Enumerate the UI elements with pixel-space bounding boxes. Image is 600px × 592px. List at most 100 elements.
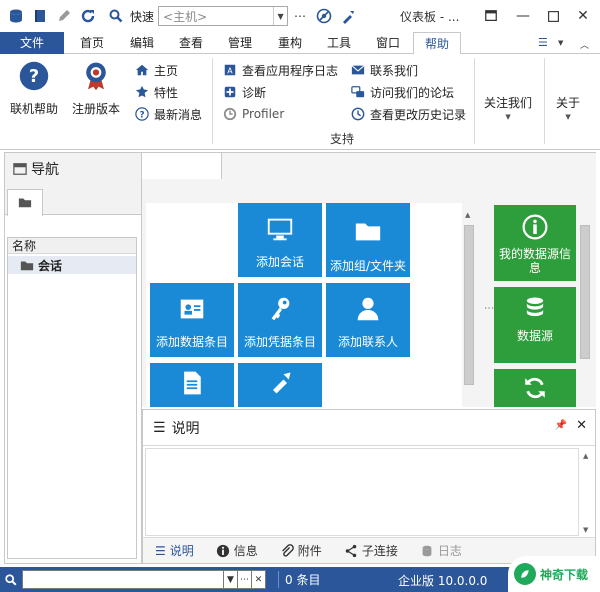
search-icon[interactable] [104, 4, 128, 28]
view-app-log-button[interactable]: A 查看应用程序日志 [222, 60, 338, 80]
close-icon[interactable]: ✕ [570, 4, 596, 28]
features-icon [134, 84, 150, 100]
tab-attachments[interactable]: 附件 [280, 542, 322, 559]
home-icon [134, 62, 150, 78]
description-scrollbar[interactable]: ▲ ▼ [581, 450, 593, 536]
online-help-button[interactable]: ? 联机帮助 [10, 58, 58, 117]
more-icon[interactable]: ⋯ [238, 570, 252, 589]
tab-info[interactable]: 信息 [216, 542, 258, 559]
latest-news-button[interactable]: ? 最新消息 [134, 104, 202, 124]
tab-logs[interactable]: 日志 [420, 542, 462, 559]
follow-us-button[interactable]: 关注我们 ▼ [484, 94, 532, 121]
tree-item-sessions[interactable]: 会话 [8, 256, 136, 274]
tree-column-header[interactable]: 名称 [8, 238, 136, 254]
dashboard-document-tab[interactable] [142, 153, 222, 179]
tab-refactor[interactable]: 重构 [270, 32, 310, 54]
register-button[interactable]: 注册版本 [72, 58, 120, 117]
book-icon[interactable] [28, 4, 52, 28]
add-session-tile[interactable]: 添加会话 [238, 203, 322, 277]
navigation-tree[interactable]: 名称 会话 [7, 237, 137, 559]
tool-icon[interactable] [336, 4, 360, 28]
tab-edit[interactable]: 编辑 [122, 32, 162, 54]
log-icon: A [222, 62, 238, 78]
info-icon [216, 544, 230, 558]
host-combo[interactable]: <主机> ▼ [158, 6, 289, 26]
tab-manage[interactable]: 管理 [220, 32, 260, 54]
diagnostics-button[interactable]: 诊断 [222, 82, 266, 102]
add-group-folder-label: 添加组/文件夹 [329, 259, 407, 273]
navigation-title: 导航 [31, 162, 59, 178]
tiles-scrollbar[interactable] [464, 225, 474, 385]
mail-icon [350, 62, 366, 78]
chevron-down-icon[interactable]: ▼ [273, 7, 287, 25]
profiler-button[interactable]: Profiler [222, 104, 284, 124]
scroll-up-icon[interactable]: ▲ [465, 211, 470, 219]
add-data-entry-tile[interactable]: 添加数据条目 [150, 283, 234, 357]
tab-tools[interactable]: 工具 [319, 32, 359, 54]
quick-label: 快速 [130, 9, 155, 24]
search-input[interactable] [22, 570, 224, 589]
add-group-folder-tile[interactable]: 添加组/文件夹 [326, 203, 410, 277]
contact-us-button[interactable]: 联系我们 [350, 60, 418, 80]
add-credential-entry-tile[interactable]: 添加凭据条目 [238, 283, 322, 357]
features-button[interactable]: 特性 [134, 82, 178, 102]
add-document-tile[interactable] [150, 363, 234, 407]
window-title: 仪表板 - ... [400, 10, 460, 24]
nav-tab-sessions[interactable] [7, 189, 43, 216]
chevron-down-icon[interactable]: ▼ [558, 39, 563, 47]
tab-file[interactable]: 文件 [0, 32, 64, 54]
edition-label: 企业版 10.0.0.0 [398, 574, 488, 588]
pin-window-icon[interactable] [478, 4, 504, 28]
tab-sub-connections[interactable]: 子连接 [344, 542, 398, 559]
data-source-tiles: 我的数据源信息 数据源 [494, 205, 596, 407]
about-button[interactable]: 关于 ▼ [556, 94, 580, 121]
search-icon[interactable] [0, 573, 22, 587]
refresh-icon[interactable] [76, 4, 100, 28]
minimize-icon[interactable]: — [510, 4, 536, 28]
my-data-source-info-tile[interactable]: 我的数据源信息 [494, 205, 576, 281]
tab-window[interactable]: 窗口 [368, 32, 408, 54]
more-icon[interactable]: ⋯ [288, 4, 312, 28]
splitter-handle[interactable]: ⋮ [483, 303, 494, 311]
my-data-source-info-label: 我的数据源信息 [498, 247, 571, 275]
data-source-scrollbar[interactable] [580, 225, 590, 359]
title-bar: 快速 <主机> ▼ ⋯ 仪表板 - ... — ✕ [0, 0, 600, 32]
disconnect-icon[interactable] [312, 4, 336, 28]
ribbon-separator [544, 58, 545, 144]
view-app-log-label: 查看应用程序日志 [242, 63, 339, 78]
data-source-tile[interactable]: 数据源 [494, 287, 576, 363]
forum-icon [350, 84, 366, 100]
restore-icon[interactable] [540, 4, 566, 28]
add-macro-tile[interactable] [238, 363, 322, 407]
visit-forum-button[interactable]: 访问我们的论坛 [350, 82, 454, 102]
tab-home[interactable]: 首页 [72, 32, 112, 54]
add-contact-tile[interactable]: 添加联系人 [326, 283, 410, 357]
collapse-ribbon-icon[interactable]: ︿ [580, 38, 589, 51]
tab-info-label: 信息 [233, 544, 258, 558]
navigation-panel: 导航 名称 会话 [4, 152, 142, 564]
close-icon[interactable]: ✕ [576, 418, 587, 433]
tab-help[interactable]: 帮助 [413, 32, 461, 55]
database-icon[interactable] [4, 4, 28, 28]
monitor-icon [265, 203, 295, 255]
chevron-down-icon[interactable]: ▼ [224, 570, 238, 589]
clear-icon[interactable]: ✕ [252, 570, 266, 589]
add-session-label: 添加会话 [255, 255, 304, 269]
contact-us-label: 联系我们 [370, 63, 419, 78]
home-button[interactable]: 主页 [134, 60, 178, 80]
description-text-area[interactable] [145, 448, 579, 536]
pin-icon[interactable]: 📌 [555, 420, 567, 431]
scroll-up-icon[interactable]: ▲ [583, 452, 588, 460]
ribbon-options-icon[interactable]: ☰ [538, 36, 548, 49]
wrench-icon [266, 363, 294, 407]
tab-view[interactable]: 查看 [171, 32, 211, 54]
scroll-down-icon[interactable]: ▼ [583, 526, 588, 534]
view-changelog-label: 查看更改历史记录 [370, 107, 467, 122]
tab-description[interactable]: ☰ 说明 [155, 542, 194, 559]
view-changelog-button[interactable]: 查看更改历史记录 [350, 104, 466, 124]
pencil-icon[interactable] [52, 4, 76, 28]
ribbon-panel: ? 联机帮助 注册版本 主页 特性 ? 最新消息 A 查看应用程序日志 诊断 P… [0, 54, 600, 150]
refresh-tile[interactable] [494, 369, 576, 407]
about-label: 关于 [556, 96, 581, 110]
chevron-down-icon: ▼ [505, 113, 511, 121]
